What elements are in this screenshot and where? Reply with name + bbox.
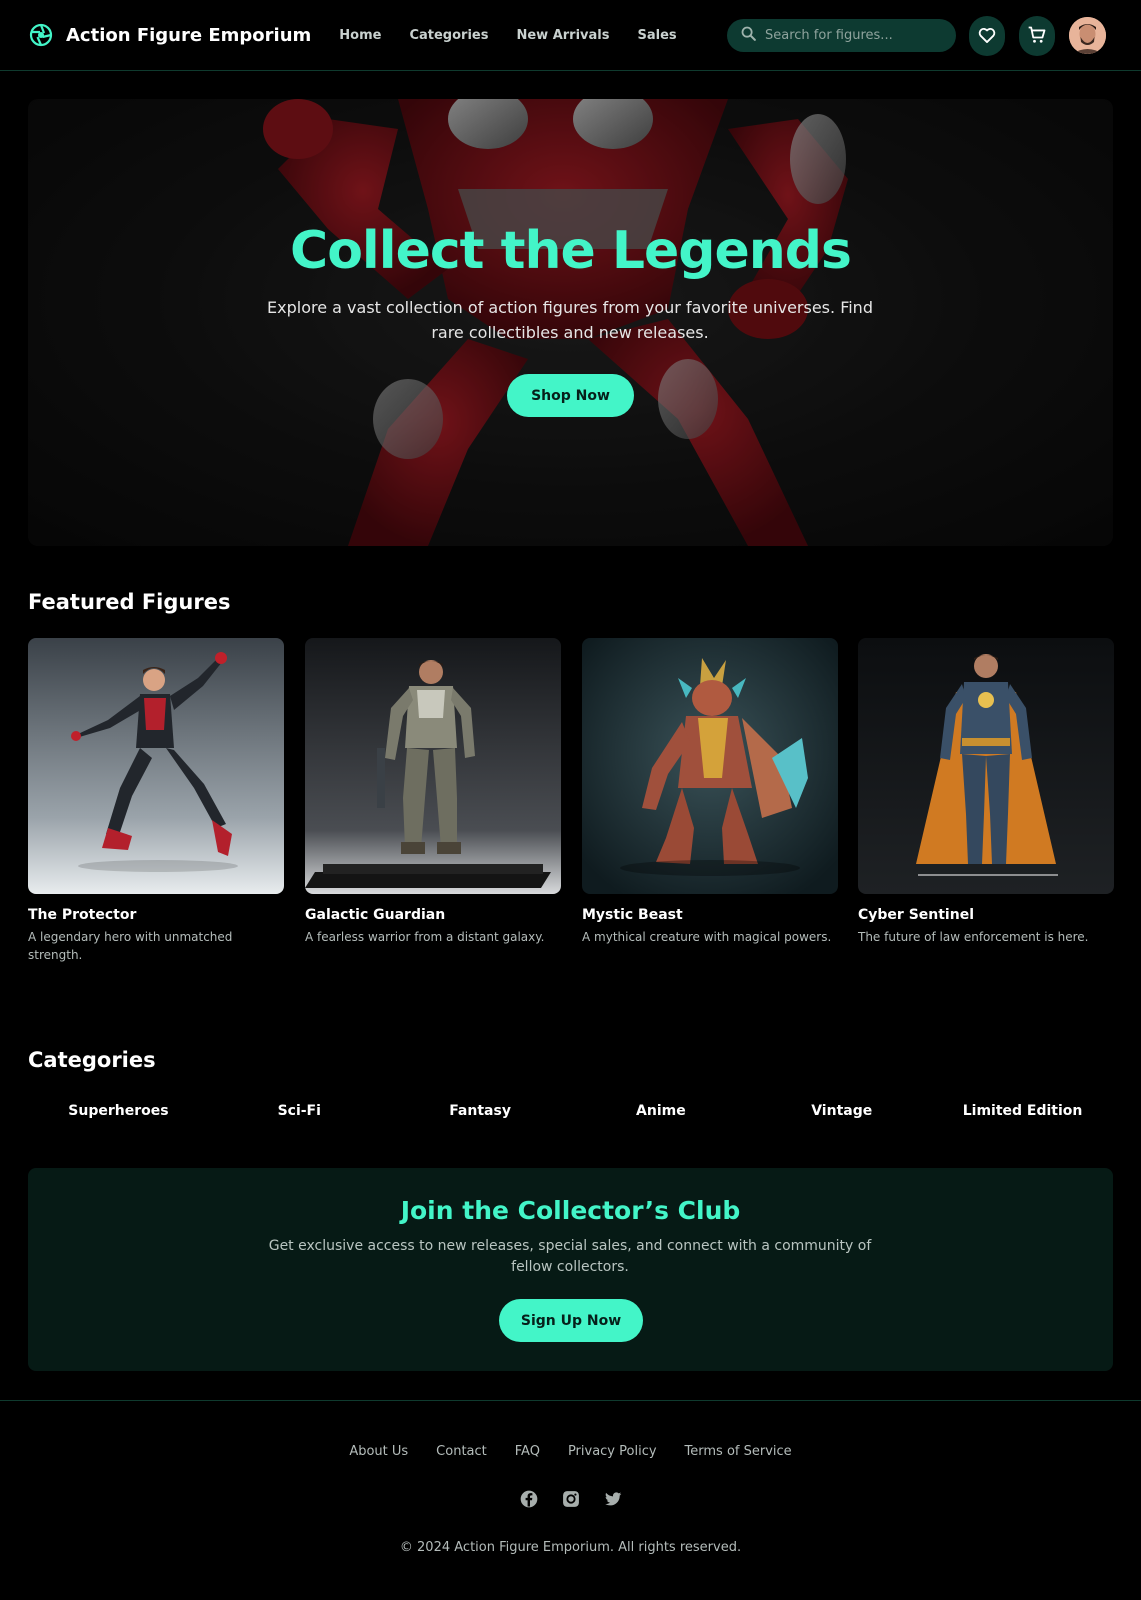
social-links bbox=[0, 1489, 1141, 1509]
product-description: A fearless warrior from a distant galaxy… bbox=[305, 930, 545, 944]
product-description: A legendary hero with unmatched strength… bbox=[28, 930, 233, 962]
cart-icon bbox=[1027, 25, 1047, 48]
instagram-icon[interactable] bbox=[561, 1489, 581, 1509]
product-card[interactable]: The Protector A legendary hero with unma… bbox=[28, 638, 284, 964]
copyright-text: © 2024 Action Figure Emporium. All right… bbox=[399, 1540, 742, 1555]
footer-link-contact[interactable]: Contact bbox=[436, 1444, 487, 1459]
footer-link-privacy[interactable]: Privacy Policy bbox=[568, 1444, 657, 1459]
product-description: A mythical creature with magical powers. bbox=[582, 930, 832, 944]
facebook-icon[interactable] bbox=[519, 1489, 539, 1509]
collectors-club-banner: Join the Collector’s Club Get exclusive … bbox=[28, 1168, 1113, 1371]
brand-name[interactable]: Action Figure Emporium bbox=[66, 25, 311, 46]
product-image[interactable] bbox=[858, 638, 1114, 894]
category-sci-fi[interactable]: Sci-Fi bbox=[209, 1103, 390, 1119]
wishlist-button[interactable] bbox=[969, 16, 1005, 56]
category-anime[interactable]: Anime bbox=[570, 1103, 751, 1119]
hero-title: Collect the Legends bbox=[290, 221, 852, 281]
nav-sales[interactable]: Sales bbox=[637, 28, 676, 43]
footer-divider bbox=[0, 1400, 1141, 1401]
category-list: Superheroes Sci-Fi Fantasy Anime Vintage… bbox=[28, 1103, 1113, 1119]
hero-subtitle: Explore a vast collection of action figu… bbox=[267, 298, 873, 342]
nav-home[interactable]: Home bbox=[339, 28, 381, 43]
shop-now-button[interactable]: Shop Now bbox=[507, 374, 634, 417]
aperture-icon[interactable] bbox=[28, 22, 54, 48]
footer-link-faq[interactable]: FAQ bbox=[515, 1444, 540, 1459]
footer-link-about[interactable]: About Us bbox=[349, 1444, 408, 1459]
category-fantasy[interactable]: Fantasy bbox=[390, 1103, 571, 1119]
product-image[interactable] bbox=[305, 638, 561, 894]
category-superheroes[interactable]: Superheroes bbox=[28, 1103, 209, 1119]
footer-link-terms[interactable]: Terms of Service bbox=[685, 1444, 792, 1459]
club-subtitle: Get exclusive access to new releases, sp… bbox=[268, 1238, 872, 1275]
category-limited-edition[interactable]: Limited Edition bbox=[932, 1103, 1113, 1119]
product-card[interactable]: Mystic Beast A mythical creature with ma… bbox=[582, 638, 838, 946]
product-card[interactable]: Galactic Guardian A fearless warrior fro… bbox=[305, 638, 561, 946]
club-title: Join the Collector’s Club bbox=[400, 1196, 741, 1225]
footer-links: About Us Contact FAQ Privacy Policy Term… bbox=[0, 1444, 1141, 1459]
user-avatar[interactable] bbox=[1069, 17, 1106, 54]
cart-button[interactable] bbox=[1019, 16, 1055, 56]
product-card[interactable]: Cyber Sentinel The future of law enforce… bbox=[858, 638, 1114, 946]
heart-icon bbox=[977, 25, 997, 48]
search-input[interactable] bbox=[765, 28, 945, 43]
product-name[interactable]: Galactic Guardian bbox=[305, 907, 561, 923]
nav-categories[interactable]: Categories bbox=[409, 28, 488, 43]
product-name[interactable]: Cyber Sentinel bbox=[858, 907, 1114, 923]
sign-up-button[interactable]: Sign Up Now bbox=[499, 1299, 643, 1342]
product-description: The future of law enforcement is here. bbox=[858, 930, 1089, 944]
category-vintage[interactable]: Vintage bbox=[751, 1103, 932, 1119]
site-header: Action Figure Emporium Home Categories N… bbox=[0, 0, 1141, 71]
product-name[interactable]: Mystic Beast bbox=[582, 907, 838, 923]
twitter-icon[interactable] bbox=[603, 1489, 623, 1509]
product-image[interactable] bbox=[28, 638, 284, 894]
search-bar[interactable] bbox=[727, 19, 956, 52]
hero-banner: Collect the Legends Explore a vast colle… bbox=[28, 99, 1113, 546]
categories-title: Categories bbox=[28, 1048, 156, 1072]
main-nav: Home Categories New Arrivals Sales bbox=[339, 28, 704, 43]
product-name[interactable]: The Protector bbox=[28, 907, 284, 923]
search-icon bbox=[740, 25, 757, 46]
product-image[interactable] bbox=[582, 638, 838, 894]
featured-title: Featured Figures bbox=[28, 590, 231, 614]
nav-new-arrivals[interactable]: New Arrivals bbox=[516, 28, 609, 43]
